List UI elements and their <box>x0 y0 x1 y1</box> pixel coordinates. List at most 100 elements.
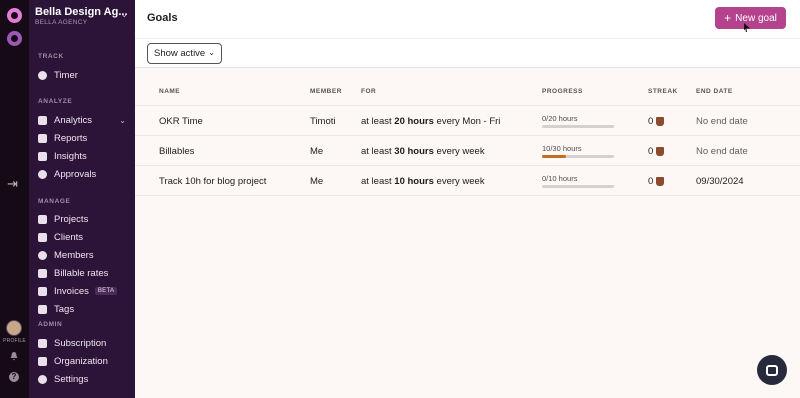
goal-streak: 0 <box>648 176 665 187</box>
goal-streak: 0 <box>648 146 665 157</box>
building-icon <box>38 356 47 366</box>
table-row[interactable]: Billables Me at least 30 hours every wee… <box>135 136 800 166</box>
status-filter-value: Show active <box>154 48 206 59</box>
column-header-for[interactable]: FOR <box>361 88 376 95</box>
page-title: Goals <box>147 12 178 24</box>
clients-icon <box>38 232 47 242</box>
sidebar-item-settings[interactable]: Settings <box>38 371 130 387</box>
sidebar-item-label: Analytics <box>54 114 93 126</box>
column-header-end-date[interactable]: END DATE <box>696 88 733 95</box>
gear-icon <box>38 374 47 384</box>
sidebar-item-clients[interactable]: Clients <box>38 229 130 245</box>
goal-name: Track 10h for blog project <box>159 176 267 187</box>
profile-label: PROFILE <box>3 338 26 344</box>
goal-name: OKR Time <box>159 116 203 127</box>
expand-menu-icon[interactable]: ⇥ <box>7 177 18 190</box>
chat-launcher-button[interactable] <box>757 355 787 385</box>
goal-end-date: 09/30/2024 <box>696 176 744 187</box>
goal-member: Timoti <box>310 116 336 127</box>
sidebar-item-subscription[interactable]: Subscription <box>38 335 130 351</box>
sidebar-item-members[interactable]: Members <box>38 247 130 263</box>
section-analyze: ANALYZE <box>38 98 73 105</box>
new-goal-label: New goal <box>735 12 777 24</box>
sidebar-item-label: Reports <box>54 132 88 144</box>
sidebar-item-organization[interactable]: Organization <box>38 353 130 369</box>
app-logo-icon[interactable] <box>7 8 22 23</box>
avatar[interactable] <box>6 320 22 336</box>
sidebar-item-label: Billable rates <box>54 267 109 279</box>
sidebar-item-tags[interactable]: Tags <box>38 301 130 317</box>
sidebar-item-label: Timer <box>54 69 78 81</box>
goal-target: at least 30 hours every week <box>361 146 485 157</box>
main-content: Goals + New goal Show active ⌄ NAME MEMB… <box>135 0 800 398</box>
table-header: NAME MEMBER FOR PROGRESS STREAK END DATE <box>135 78 800 106</box>
column-header-streak[interactable]: STREAK <box>648 88 678 95</box>
sidebar-item-label: Members <box>54 249 94 261</box>
goal-member: Me <box>310 176 324 187</box>
sidebar-item-timer[interactable]: Timer <box>38 67 130 83</box>
sidebar-item-analytics[interactable]: Analytics ⌄ <box>38 112 130 128</box>
secondary-app-icon[interactable] <box>7 31 22 46</box>
plus-icon: + <box>724 11 732 25</box>
chart-icon <box>38 115 47 125</box>
progress-bar <box>542 155 614 158</box>
sidebar-item-label: Insights <box>54 150 87 162</box>
chevron-down-icon: ⌄ <box>119 115 126 125</box>
report-icon <box>38 133 47 143</box>
sidebar-item-label: Invoices <box>54 285 89 297</box>
dollar-icon <box>38 268 47 278</box>
goal-progress: 10/30 hours <box>542 144 614 158</box>
progress-text: 0/20 hours <box>542 114 578 123</box>
sidebar-item-billable-rates[interactable]: Billable rates <box>38 265 130 281</box>
workspace-name: Bella Design Ag... <box>35 6 128 18</box>
invoice-icon <box>38 286 47 296</box>
column-header-name[interactable]: NAME <box>159 88 180 95</box>
help-icon[interactable]: ? <box>9 372 19 382</box>
progress-text: 10/30 hours <box>542 144 582 153</box>
sidebar-item-label: Subscription <box>54 337 107 349</box>
table-row[interactable]: Track 10h for blog project Me at least 1… <box>135 166 800 196</box>
streak-count: 0 <box>648 146 654 157</box>
goal-end-date: No end date <box>696 146 748 157</box>
goal-progress: 0/10 hours <box>542 174 614 188</box>
section-manage: MANAGE <box>38 198 71 205</box>
column-header-progress[interactable]: PROGRESS <box>542 88 583 95</box>
streak-icon <box>656 117 665 126</box>
streak-icon <box>656 147 665 156</box>
sidebar: Bella Design Ag... BELLA AGENCY ⌄ TRACK … <box>29 0 135 398</box>
goal-progress: 0/20 hours <box>542 114 614 128</box>
workspace-subtitle: BELLA AGENCY <box>35 19 88 26</box>
sidebar-item-label: Approvals <box>54 168 97 180</box>
goal-end-date: No end date <box>696 116 748 127</box>
sidebar-item-approvals[interactable]: Approvals <box>38 166 130 182</box>
goals-table: NAME MEMBER FOR PROGRESS STREAK END DATE… <box>135 78 800 196</box>
status-filter-select[interactable]: Show active ⌄ <box>147 43 222 64</box>
sidebar-item-insights[interactable]: Insights <box>38 148 130 164</box>
clock-icon <box>38 70 47 80</box>
insights-icon <box>38 151 47 161</box>
table-row[interactable]: OKR Time Timoti at least 20 hours every … <box>135 106 800 136</box>
beta-badge: BETA <box>94 287 118 295</box>
bell-icon[interactable] <box>9 351 19 361</box>
goal-name: Billables <box>159 146 195 157</box>
sidebar-item-label: Tags <box>54 303 75 315</box>
sidebar-item-label: Organization <box>54 355 108 367</box>
sidebar-item-label: Settings <box>54 373 89 385</box>
goal-streak: 0 <box>648 116 665 127</box>
column-header-member[interactable]: MEMBER <box>310 88 342 95</box>
sidebar-item-reports[interactable]: Reports <box>38 130 130 146</box>
workspace-switcher[interactable]: Bella Design Ag... BELLA AGENCY ⌄ <box>35 6 131 26</box>
filter-bar: Show active ⌄ <box>135 38 800 68</box>
tag-icon <box>38 304 47 314</box>
new-goal-button[interactable]: + New goal <box>715 7 786 29</box>
progress-bar <box>542 185 614 188</box>
members-icon <box>38 250 47 260</box>
sidebar-item-invoices[interactable]: Invoices BETA <box>38 283 130 299</box>
section-track: TRACK <box>38 53 64 60</box>
streak-count: 0 <box>648 176 654 187</box>
page-header: Goals + New goal <box>135 0 800 38</box>
progress-fill <box>542 155 566 158</box>
progress-text: 0/10 hours <box>542 174 578 183</box>
sidebar-item-projects[interactable]: Projects <box>38 211 130 227</box>
streak-count: 0 <box>648 116 654 127</box>
